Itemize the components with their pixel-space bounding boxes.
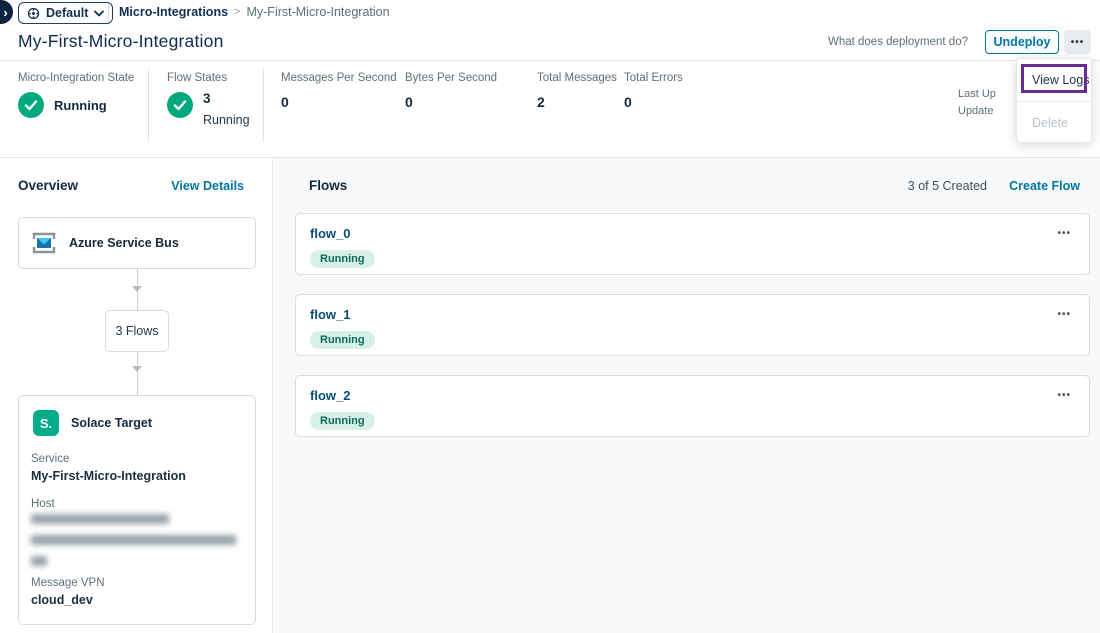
service-label: Service <box>31 453 69 465</box>
metric-messages-per-second: Messages Per Second 0 <box>281 72 397 110</box>
page-actions-menu: View Logs Delete <box>1016 58 1092 143</box>
chevron-down-icon <box>94 10 104 17</box>
breadcrumb-micro-integrations[interactable]: Micro-Integrations <box>119 5 228 19</box>
flow-status-badge: Running <box>310 412 375 430</box>
overview-panel: Overview View Details Azure Service Bus … <box>0 158 273 633</box>
host-label: Host <box>31 498 55 510</box>
metric-label: Total Errors <box>624 72 683 84</box>
last-updated-line2: Update <box>958 103 996 120</box>
stat-value: Running <box>54 98 107 113</box>
target-title: Solace Target <box>71 416 152 430</box>
metric-bytes-per-second: Bytes Per Second 0 <box>405 72 497 110</box>
flow-card: flow_1 Running ••• <box>295 294 1090 356</box>
micro-integration-page: › Default Micro-Integrations > My-First-… <box>0 0 1100 633</box>
page-more-actions-button[interactable]: ••• <box>1064 30 1091 54</box>
service-value: My-First-Micro-Integration <box>31 469 186 483</box>
source-name: Azure Service Bus <box>69 236 179 250</box>
overview-title: Overview <box>18 178 78 193</box>
datacenter-icon <box>27 7 40 20</box>
flow-card: flow_2 Running ••• <box>295 375 1090 437</box>
metric-value: 0 <box>624 94 683 110</box>
solace-logo-icon: S. <box>33 410 59 436</box>
solace-target-node: S. Solace Target Service My-First-Micro-… <box>18 395 256 625</box>
stats-divider <box>263 68 264 142</box>
arrow-down-icon <box>132 286 142 292</box>
running-check-icon <box>18 92 44 118</box>
delete-menu-item-disabled: Delete <box>1017 102 1091 143</box>
stats-divider <box>148 68 149 142</box>
flow-status-badge: Running <box>310 250 375 268</box>
flow-states-count: 3 <box>203 92 250 107</box>
flow-card: flow_0 Running ••• <box>295 213 1090 275</box>
flows-count-text: 3 of 5 Created <box>908 179 987 193</box>
last-updated-text: Last Up Update <box>958 86 996 120</box>
topbar-divider <box>108 4 109 22</box>
view-details-link[interactable]: View Details <box>171 179 244 193</box>
flows-count-node: 3 Flows <box>105 310 169 352</box>
stat-label: Flow States <box>167 72 250 84</box>
metric-value: 0 <box>281 94 397 110</box>
running-check-icon <box>167 92 193 118</box>
page-title: My-First-Micro-Integration <box>18 31 224 52</box>
workspace-name: Default <box>46 6 88 20</box>
flow-more-actions-button[interactable]: ••• <box>1057 390 1071 401</box>
stat-flow-states: Flow States 3 Running <box>167 72 250 127</box>
flows-title: Flows <box>309 178 347 193</box>
connector-line <box>137 352 138 395</box>
stat-label: Micro-Integration State <box>18 72 134 84</box>
expand-sidebar-button[interactable]: › <box>0 0 13 24</box>
metric-total-errors: Total Errors 0 <box>624 72 683 110</box>
breadcrumb-separator: > <box>234 6 240 18</box>
host-value-redacted <box>31 514 169 524</box>
create-flow-link[interactable]: Create Flow <box>1009 179 1080 193</box>
flow-more-actions-button[interactable]: ••• <box>1057 309 1071 320</box>
metric-value: 0 <box>405 94 497 110</box>
metric-label: Messages Per Second <box>281 72 397 84</box>
metric-total-messages: Total Messages 2 <box>537 72 617 110</box>
message-vpn-label: Message VPN <box>31 577 105 589</box>
undeploy-button[interactable]: Undeploy <box>985 30 1059 54</box>
workspace-dropdown[interactable]: Default <box>18 2 113 24</box>
host-value-redacted <box>31 556 47 566</box>
deployment-help-link[interactable]: What does deployment do? <box>828 36 968 48</box>
arrow-down-icon <box>132 366 142 372</box>
message-vpn-value: cloud_dev <box>31 593 93 607</box>
azure-service-bus-icon <box>31 231 57 255</box>
metric-label: Bytes Per Second <box>405 72 497 84</box>
stat-mi-state: Micro-Integration State Running <box>18 72 134 118</box>
view-logs-menu-item[interactable]: View Logs <box>1017 59 1091 101</box>
metric-value: 2 <box>537 94 617 110</box>
host-value-redacted <box>31 535 236 545</box>
flow-name-link[interactable]: flow_2 <box>310 388 350 403</box>
last-updated-line1: Last Up <box>958 86 996 103</box>
flow-states-value: Running <box>203 113 250 127</box>
flow-name-link[interactable]: flow_0 <box>310 226 350 241</box>
breadcrumb-current: My-First-Micro-Integration <box>246 5 389 19</box>
metric-label: Total Messages <box>537 72 617 84</box>
flows-panel: Flows 3 of 5 Created Create Flow flow_0 … <box>274 158 1100 633</box>
azure-service-bus-node: Azure Service Bus <box>18 217 256 269</box>
breadcrumb: Micro-Integrations > My-First-Micro-Inte… <box>119 5 390 19</box>
chevron-right-icon: › <box>3 5 7 20</box>
flow-status-badge: Running <box>310 331 375 349</box>
flow-name-link[interactable]: flow_1 <box>310 307 350 322</box>
divider <box>0 60 1100 61</box>
flow-more-actions-button[interactable]: ••• <box>1057 228 1071 239</box>
